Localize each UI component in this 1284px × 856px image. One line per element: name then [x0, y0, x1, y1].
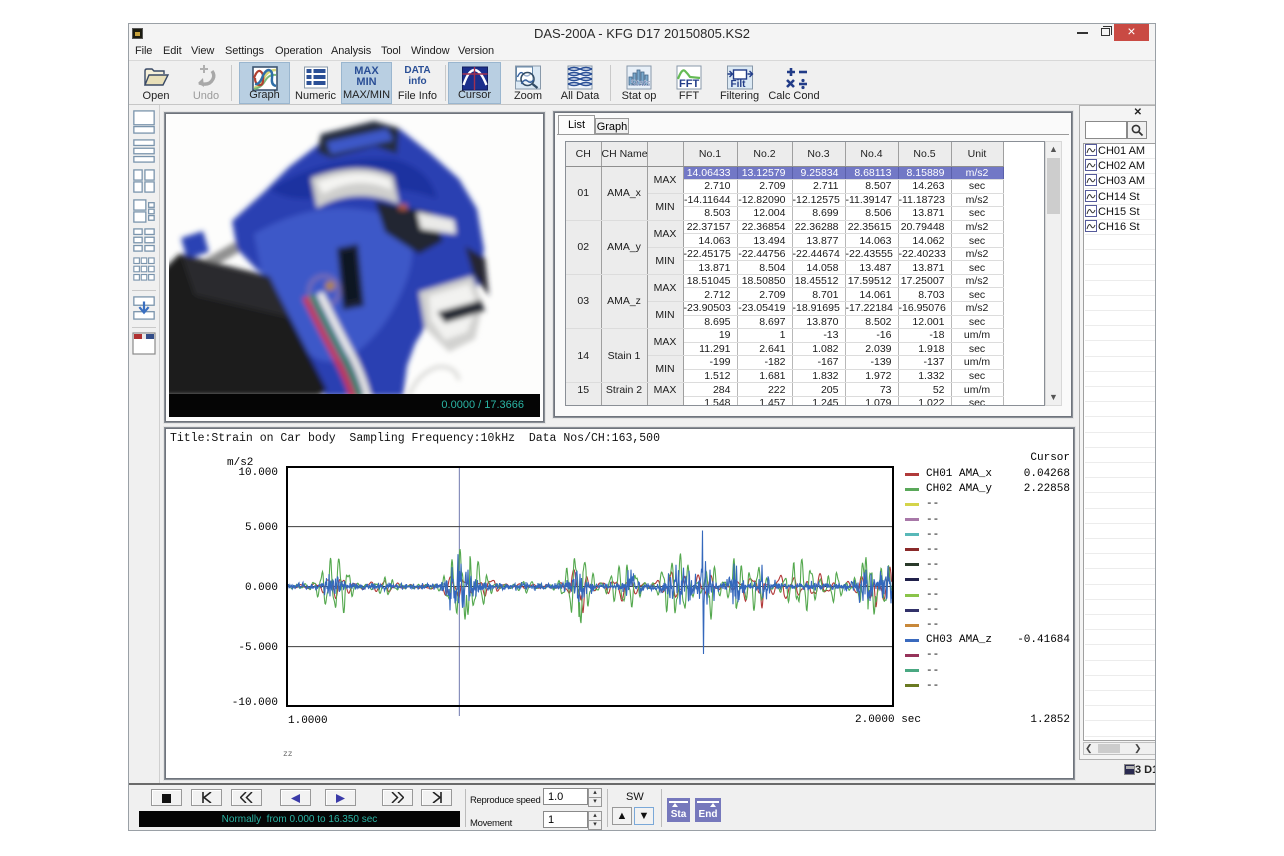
svg-text:Filt: Filt [730, 79, 746, 90]
svg-text:Stats: Stats [630, 78, 651, 88]
svg-text:FFT: FFT [679, 78, 699, 90]
